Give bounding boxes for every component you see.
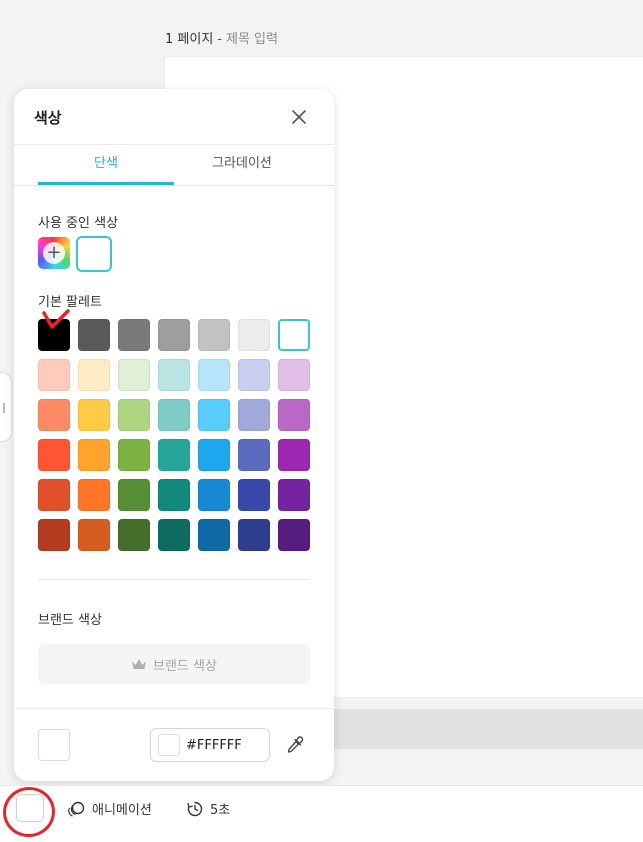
palette-swatch[interactable]: [278, 439, 310, 471]
palette-swatch[interactable]: [238, 319, 270, 351]
animation-label: 애니메이션: [92, 803, 152, 818]
add-color-button[interactable]: +: [38, 237, 70, 269]
palette-swatch[interactable]: [38, 479, 70, 511]
palette-swatch[interactable]: [238, 519, 270, 551]
hex-value: #FFFFFF: [186, 737, 242, 753]
color-panel-header: 색상: [14, 89, 334, 145]
palette-swatch[interactable]: [278, 399, 310, 431]
palette-swatch[interactable]: [158, 399, 190, 431]
close-button[interactable]: [290, 108, 308, 126]
duration-label: 5초: [210, 803, 231, 818]
plus-icon: +: [43, 242, 65, 264]
animation-icon: [68, 801, 85, 817]
used-color-swatch[interactable]: [76, 236, 112, 272]
palette-swatch[interactable]: [278, 319, 310, 351]
palette-swatch[interactable]: [78, 479, 110, 511]
palette-swatch[interactable]: [158, 439, 190, 471]
palette-swatch[interactable]: [278, 479, 310, 511]
palette-swatch[interactable]: [118, 479, 150, 511]
brand-colors-label: 브랜드 색상: [38, 613, 102, 628]
palette-swatch[interactable]: [198, 519, 230, 551]
tab-solid[interactable]: 단색: [38, 145, 174, 185]
brand-colors-button-label: 브랜드 색상: [153, 658, 217, 674]
eyedropper-button[interactable]: [284, 734, 306, 756]
palette-swatch[interactable]: [158, 519, 190, 551]
palette-swatch[interactable]: [238, 359, 270, 391]
section-divider: [38, 579, 310, 580]
page-title-input[interactable]: 제목 입력: [226, 32, 278, 47]
hex-color-input[interactable]: #FFFFFF: [150, 728, 270, 762]
header-separator: -: [217, 32, 222, 47]
palette-swatch[interactable]: [38, 319, 70, 351]
timer-icon: [187, 801, 203, 816]
page-header: 1 페이지 - 제목 입력: [165, 28, 278, 47]
palette-swatch[interactable]: [38, 439, 70, 471]
hex-color-preview: [158, 734, 180, 756]
palette-swatch[interactable]: [278, 519, 310, 551]
palette-swatch[interactable]: [118, 319, 150, 351]
palette-swatch[interactable]: [78, 399, 110, 431]
canvas-bottom-strip: [300, 709, 643, 749]
bottom-toolbar: 애니메이션 5초: [0, 785, 643, 842]
current-color-swatch[interactable]: [38, 729, 70, 761]
panel-title: 색상: [34, 109, 62, 127]
palette-swatch[interactable]: [198, 359, 230, 391]
crown-icon: [132, 659, 147, 669]
palette-swatch[interactable]: [278, 359, 310, 391]
palette-swatch[interactable]: [158, 479, 190, 511]
palette-swatch[interactable]: [238, 479, 270, 511]
side-panel-handle[interactable]: [0, 372, 12, 442]
tab-gradient[interactable]: 그라데이션: [174, 145, 310, 185]
palette-swatch[interactable]: [198, 399, 230, 431]
brand-colors-button[interactable]: 브랜드 색상: [38, 644, 310, 684]
palette-swatch[interactable]: [78, 439, 110, 471]
palette-swatch[interactable]: [38, 519, 70, 551]
close-icon: [292, 110, 306, 124]
panel-footer-divider: [14, 708, 334, 709]
palette-swatch[interactable]: [38, 399, 70, 431]
page-background-color-button[interactable]: [16, 794, 44, 822]
basic-palette-label: 기본 팔레트: [38, 295, 102, 310]
palette-swatch[interactable]: [198, 479, 230, 511]
palette-swatch[interactable]: [78, 519, 110, 551]
duration-button[interactable]: 5초: [186, 799, 230, 818]
palette-swatch[interactable]: [198, 319, 230, 351]
page-label: 1 페이지: [165, 32, 214, 47]
palette-swatch[interactable]: [238, 399, 270, 431]
palette-swatch[interactable]: [118, 399, 150, 431]
color-type-tabs: 단색 그라데이션: [14, 145, 334, 186]
palette-swatch[interactable]: [158, 319, 190, 351]
eyedropper-icon: [287, 736, 304, 753]
palette-swatch[interactable]: [158, 359, 190, 391]
palette-swatch[interactable]: [118, 519, 150, 551]
palette-swatch[interactable]: [78, 359, 110, 391]
palette-swatch[interactable]: [118, 439, 150, 471]
palette-swatch[interactable]: [198, 439, 230, 471]
palette-swatch[interactable]: [38, 359, 70, 391]
palette-swatch[interactable]: [118, 359, 150, 391]
animation-button[interactable]: 애니메이션: [66, 799, 152, 818]
used-colors-label: 사용 중인 색상: [38, 216, 119, 231]
palette-swatch[interactable]: [238, 439, 270, 471]
palette-swatch[interactable]: [78, 319, 110, 351]
color-panel: 색상 단색 그라데이션 사용 중인 색상 + 기본 팔레트 브랜드 색상 브랜드…: [14, 89, 334, 781]
